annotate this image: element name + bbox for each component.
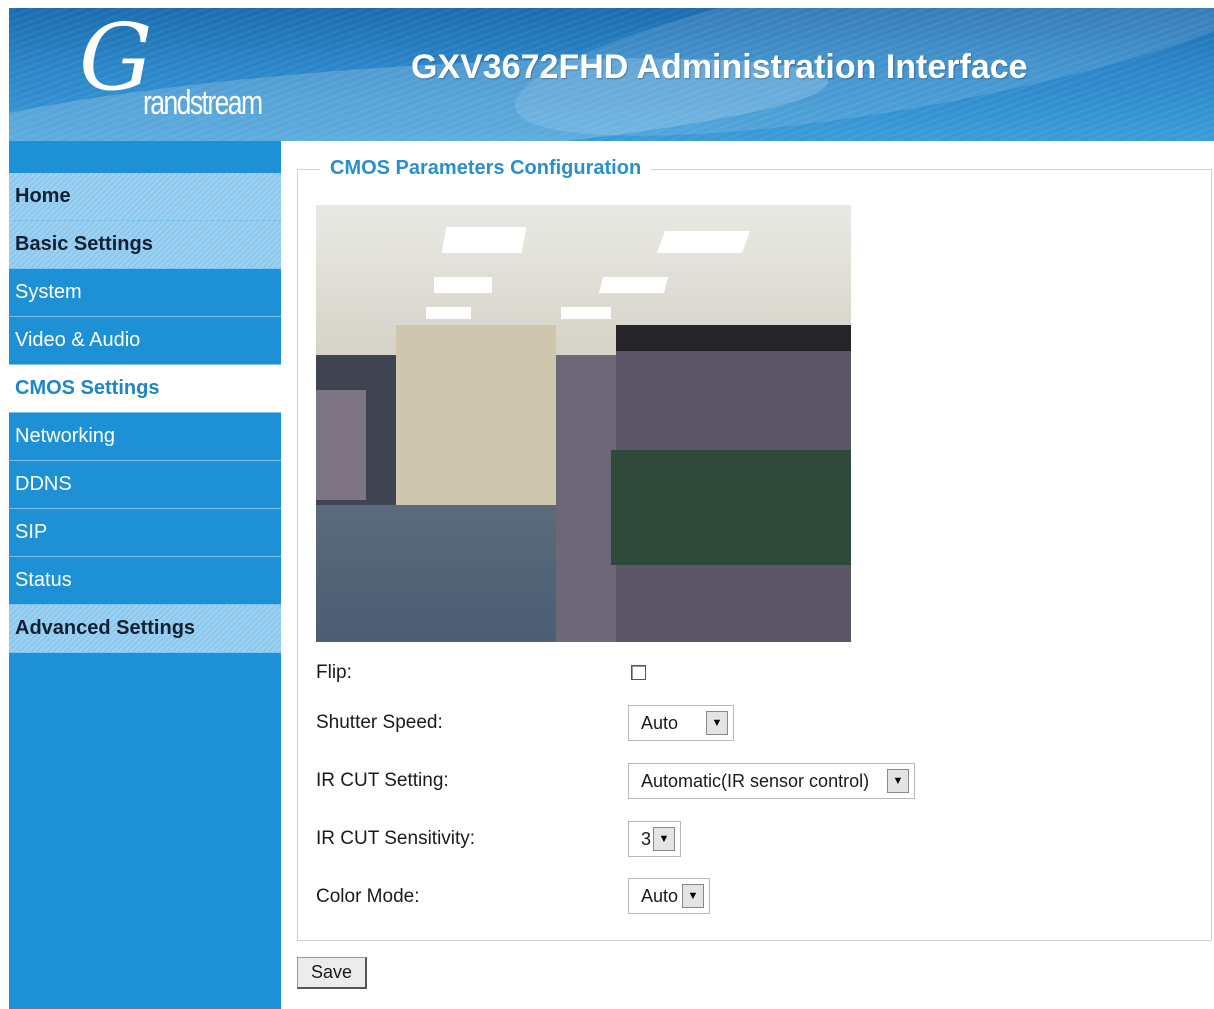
ir-cut-sensitivity-select[interactable]: 3 ▼ bbox=[628, 821, 681, 857]
shutter-speed-label: Shutter Speed: bbox=[316, 712, 443, 733]
fieldset-legend: CMOS Parameters Configuration bbox=[320, 157, 652, 180]
color-mode-value: Auto bbox=[641, 885, 679, 906]
sidebar: Home Basic Settings System Video & Audio… bbox=[9, 141, 281, 1009]
chevron-down-icon[interactable]: ▼ bbox=[682, 884, 704, 908]
sidebar-item-status[interactable]: Status bbox=[9, 557, 281, 605]
sidebar-item-ddns[interactable]: DDNS bbox=[9, 461, 281, 509]
sidebar-item-system[interactable]: System bbox=[9, 269, 281, 317]
ir-cut-sensitivity-label: IR CUT Sensitivity: bbox=[316, 828, 476, 849]
header-banner: G randstream GXV3672FHD Administration I… bbox=[9, 8, 1214, 141]
sidebar-section-advanced-settings[interactable]: Advanced Settings bbox=[9, 605, 281, 653]
grandstream-logo: G randstream bbox=[79, 12, 279, 133]
sidebar-item-cmos-settings[interactable]: CMOS Settings bbox=[9, 365, 281, 413]
flip-checkbox[interactable] bbox=[631, 665, 646, 680]
sidebar-item-video-audio[interactable]: Video & Audio bbox=[9, 317, 281, 365]
shutter-speed-select[interactable]: Auto ▼ bbox=[628, 705, 734, 741]
sidebar-item-sip[interactable]: SIP bbox=[9, 509, 281, 557]
sidebar-item-home[interactable]: Home bbox=[9, 173, 281, 221]
ir-cut-setting-label: IR CUT Setting: bbox=[316, 770, 449, 791]
camera-preview bbox=[316, 205, 851, 642]
ir-cut-setting-select[interactable]: Automatic(IR sensor control) ▼ bbox=[628, 763, 915, 799]
ir-cut-sensitivity-value: 3 bbox=[641, 828, 652, 849]
sidebar-item-networking[interactable]: Networking bbox=[9, 413, 281, 461]
page-title: GXV3672FHD Administration Interface bbox=[411, 48, 1028, 86]
shutter-speed-value: Auto bbox=[641, 712, 679, 733]
sidebar-section-basic-settings[interactable]: Basic Settings bbox=[9, 221, 281, 269]
logo-initial: G bbox=[79, 8, 153, 111]
flip-label: Flip: bbox=[316, 662, 352, 683]
logo-word: randstream bbox=[143, 84, 263, 122]
color-mode-label: Color Mode: bbox=[316, 886, 420, 907]
save-button[interactable]: Save bbox=[297, 957, 367, 989]
chevron-down-icon[interactable]: ▼ bbox=[653, 827, 675, 851]
color-mode-select[interactable]: Auto ▼ bbox=[628, 878, 710, 914]
chevron-down-icon[interactable]: ▼ bbox=[706, 711, 728, 735]
ir-cut-setting-value: Automatic(IR sensor control) bbox=[641, 770, 870, 791]
chevron-down-icon[interactable]: ▼ bbox=[887, 769, 909, 793]
